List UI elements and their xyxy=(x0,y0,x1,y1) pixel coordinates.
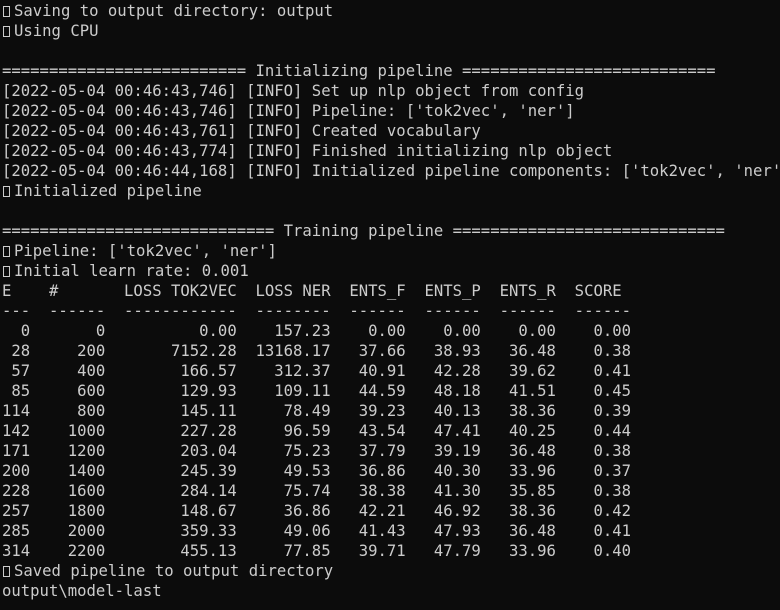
log-line: [2022-05-04 00:46:43,746] [INFO] Set up … xyxy=(2,82,585,100)
log-line: [2022-05-04 00:46:43,774] [INFO] Finishe… xyxy=(2,142,613,160)
status-line-learn-rate: Initial learn rate: 0.001 xyxy=(0,261,780,281)
status-line-initialized: Initialized pipeline xyxy=(0,181,780,201)
table-header: E # LOSS TOK2VEC LOSS NER ENTS_F ENTS_P … xyxy=(2,282,622,300)
table-separator: --- ------ ------------ -------- ------ … xyxy=(2,302,632,320)
table-row: 257 1800 148.67 36.86 42.21 46.92 38.36 … xyxy=(2,502,632,520)
table-row: 142 1000 227.28 96.59 43.54 47.41 40.25 … xyxy=(2,422,632,440)
table-row: 200 1400 245.39 49.53 36.86 40.30 33.96 … xyxy=(2,462,632,480)
table-row: 57 400 166.57 312.37 40.91 42.28 39.62 0… xyxy=(2,362,632,380)
missing-glyph-icon xyxy=(3,6,10,17)
table-row: 85 600 129.93 109.11 44.59 48.18 41.51 0… xyxy=(2,382,632,400)
table-row: 171 1200 203.04 75.23 37.79 39.19 36.48 … xyxy=(2,442,632,460)
section-header-training: ============================= Training p… xyxy=(2,222,725,240)
table-row: 28 200 7152.28 13168.17 37.66 38.93 36.4… xyxy=(2,342,632,360)
terminal-window[interactable]: Saving to output directory: output Using… xyxy=(0,0,780,610)
missing-glyph-icon xyxy=(3,186,10,197)
log-line: [2022-05-04 00:46:43,761] [INFO] Created… xyxy=(2,122,481,140)
table-row: 228 1600 284.14 75.74 38.38 41.30 35.85 … xyxy=(2,482,632,500)
table-row: 0 0 0.00 157.23 0.00 0.00 0.00 0.00 xyxy=(2,322,632,340)
output-path-line: output\model-last xyxy=(2,582,162,600)
status-line-saved: Saved pipeline to output directory xyxy=(0,561,780,581)
log-line: [2022-05-04 00:46:44,168] [INFO] Initial… xyxy=(2,162,780,180)
status-line-cpu: Using CPU xyxy=(0,21,780,41)
status-line-saving: Saving to output directory: output xyxy=(0,1,780,21)
section-header-initializing: ========================== Initializing … xyxy=(2,62,716,80)
missing-glyph-icon xyxy=(3,26,10,37)
missing-glyph-icon xyxy=(3,266,10,277)
log-line: [2022-05-04 00:46:43,746] [INFO] Pipelin… xyxy=(2,102,575,120)
table-row: 314 2200 455.13 77.85 39.71 47.79 33.96 … xyxy=(2,542,632,560)
table-row: 114 800 145.11 78.49 39.23 40.13 38.36 0… xyxy=(2,402,632,420)
status-line-pipeline: Pipeline: ['tok2vec', 'ner'] xyxy=(0,241,780,261)
missing-glyph-icon xyxy=(3,566,10,577)
missing-glyph-icon xyxy=(3,246,10,257)
table-row: 285 2000 359.33 49.06 41.43 47.93 36.48 … xyxy=(2,522,632,540)
